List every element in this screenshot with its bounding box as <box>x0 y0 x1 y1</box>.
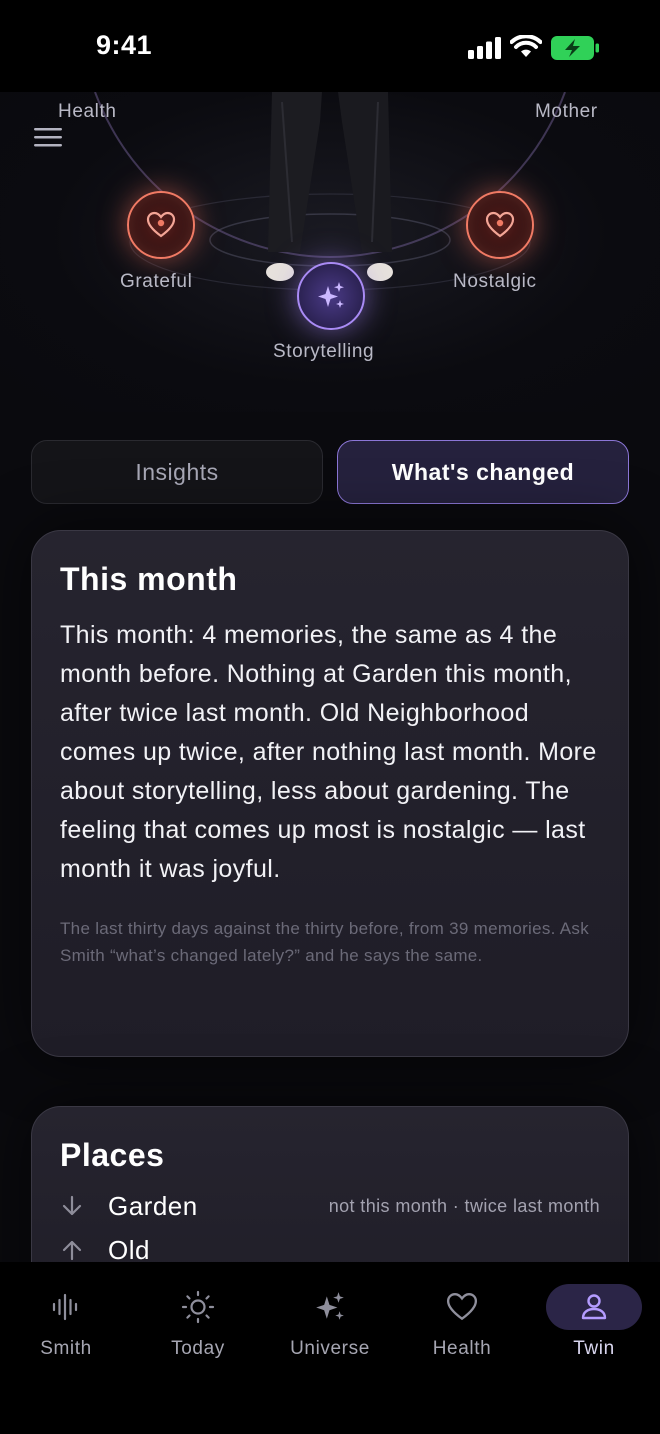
nav-label: Universe <box>290 1338 370 1359</box>
summary-text: This month: 4 memories, the same as 4 th… <box>60 621 597 883</box>
place-detail: not this month · twice last month <box>328 1195 600 1216</box>
battery-charging-icon <box>551 36 599 60</box>
theme-label-storytelling: Storytelling <box>273 341 375 362</box>
arrow-down-icon <box>62 1195 82 1216</box>
footnote-text: The last thirty days against the thirty … <box>60 919 590 965</box>
heart-icon <box>446 1293 478 1321</box>
nav-label: Health <box>432 1338 492 1359</box>
theme-node-storytelling[interactable] <box>297 262 365 330</box>
place-row[interactable]: Garden not this month · twice last month <box>60 1184 600 1228</box>
sun-icon <box>181 1290 215 1324</box>
place-name: Garden <box>108 1190 198 1221</box>
card-title: This month <box>60 561 238 597</box>
emotion-label-grateful: Grateful <box>120 271 193 292</box>
status-bar: 9:41 <box>0 0 660 92</box>
emotion-node-grateful[interactable] <box>127 191 195 259</box>
nav-label: Smith <box>40 1338 92 1359</box>
clock: 9:41 <box>96 30 153 60</box>
emotion-label-nostalgic: Nostalgic <box>453 271 537 292</box>
wifi-icon <box>510 35 542 57</box>
heart-icon <box>146 211 176 238</box>
nav-label: Today <box>171 1338 225 1359</box>
waveform-icon <box>52 1293 78 1321</box>
menu-icon[interactable] <box>34 127 62 149</box>
emotion-node-nostalgic[interactable] <box>466 191 534 259</box>
emotion-orbit-view[interactable]: Health Mother Grateful Nostalgic Storyte… <box>0 92 660 412</box>
card-title: Places <box>60 1137 165 1173</box>
bottom-tab-bar: Smith Today Universe Health Twin <box>0 1262 660 1434</box>
tab-whats-changed[interactable]: What's changed <box>337 440 629 504</box>
orbit-label-health[interactable]: Health <box>58 101 117 123</box>
sparkles-icon <box>318 282 344 308</box>
nav-tab-smith[interactable]: Smith <box>0 1262 132 1372</box>
orbit-label-mother[interactable]: Mother <box>535 101 598 123</box>
nav-tab-universe[interactable]: Universe <box>264 1262 396 1372</box>
heart-icon <box>485 211 515 238</box>
orbit-rings <box>94 92 566 291</box>
person-icon <box>581 1294 607 1320</box>
nav-label: Twin <box>573 1338 615 1359</box>
nav-tab-today[interactable]: Today <box>132 1262 264 1372</box>
place-name: Old <box>108 1234 150 1265</box>
nav-tab-twin[interactable]: Twin <box>528 1262 660 1372</box>
cellular-signal-icon <box>468 37 501 59</box>
tab-insights[interactable]: Insights <box>31 440 323 504</box>
arrow-up-icon <box>62 1240 82 1261</box>
sparkles-icon <box>316 1292 344 1320</box>
nav-tab-health[interactable]: Health <box>396 1262 528 1372</box>
this-month-card: This month This month: 4 memories, the s… <box>31 530 629 1057</box>
